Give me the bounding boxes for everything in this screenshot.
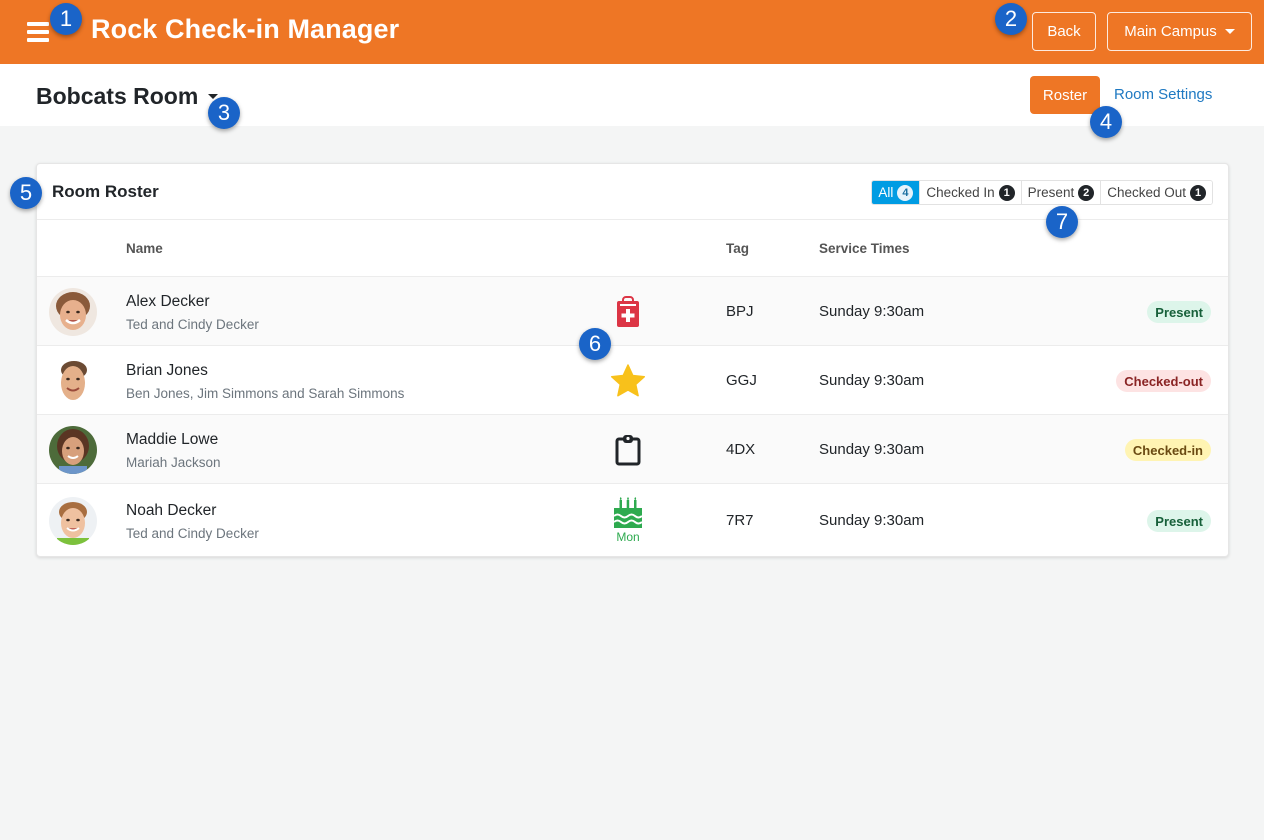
tag-code: 7R7: [726, 512, 754, 529]
count-badge: 1: [998, 184, 1015, 201]
avatar: [49, 426, 97, 474]
callout-marker: 2: [995, 3, 1027, 35]
callout-marker: 6: [579, 328, 611, 360]
table-row[interactable]: Alex Decker Ted and Cindy Decker BPJ Sun…: [37, 277, 1228, 346]
birthday-day-label: Mon: [616, 530, 640, 544]
back-button-label: Back: [1047, 23, 1081, 40]
filter-label: Checked In: [926, 185, 995, 200]
count-badge: 1: [1190, 184, 1206, 201]
avatar: [49, 497, 97, 545]
service-time: Sunday 9:30am: [819, 372, 925, 389]
app-title: Rock Check-in Manager: [91, 14, 400, 44]
tag-code: BPJ: [726, 303, 754, 320]
person-parents: Ted and Cindy Decker: [126, 526, 259, 541]
callout-marker: 7: [1046, 206, 1078, 238]
table-row[interactable]: Brian Jones Ben Jones, Jim Simmons and S…: [37, 346, 1228, 415]
status-badge: Checked-out: [1116, 370, 1211, 392]
callout-marker: 4: [1090, 106, 1122, 138]
person-parents: Ben Jones, Jim Simmons and Sarah Simmons: [126, 386, 405, 401]
person-parents: Mariah Jackson: [126, 455, 221, 470]
table-row[interactable]: Noah Decker Ted and Cindy Decker Mon 7R7…: [37, 484, 1228, 557]
column-header-service-times[interactable]: Service Times: [819, 241, 910, 256]
person-name[interactable]: Brian Jones: [126, 362, 208, 380]
column-header-tag[interactable]: Tag: [726, 241, 749, 256]
star-icon: [610, 346, 646, 415]
callout-marker: 5: [10, 177, 42, 209]
tag-code: GGJ: [726, 372, 757, 389]
room-header: Bobcats Room Roster Room Settings: [0, 64, 1264, 126]
campus-dropdown[interactable]: Main Campus: [1107, 12, 1252, 51]
table-row[interactable]: Maddie Lowe Mariah Jackson 4DX Sunday 9:…: [37, 415, 1228, 484]
status-badge: Checked-in: [1124, 439, 1211, 461]
hamburger-menu-icon[interactable]: [27, 22, 49, 42]
status-badge: Present: [1147, 301, 1211, 323]
back-button[interactable]: Back: [1032, 12, 1096, 51]
filter-checked-out[interactable]: Checked Out 1: [1100, 181, 1212, 204]
callout-marker: 3: [208, 97, 240, 129]
caret-down-icon: [1224, 29, 1235, 34]
clipboard-icon: [615, 415, 641, 484]
birthday-cake-icon: [613, 497, 643, 528]
room-settings-link[interactable]: Room Settings: [1114, 86, 1212, 103]
filter-checked-in[interactable]: Checked In 1: [919, 181, 1021, 204]
filter-label: Checked Out: [1107, 185, 1186, 200]
person-name[interactable]: Noah Decker: [126, 502, 216, 520]
filter-all[interactable]: All 4: [872, 181, 920, 204]
avatar: [49, 288, 97, 336]
room-selector[interactable]: Bobcats Room: [36, 83, 219, 110]
callout-marker: 1: [50, 3, 82, 35]
tag-code: 4DX: [726, 441, 756, 458]
count-badge: 4: [897, 184, 914, 201]
room-name: Bobcats Room: [36, 83, 199, 109]
status-badge: Present: [1147, 510, 1211, 532]
birthday-cake-cell: Mon: [609, 484, 647, 557]
filter-label: All: [878, 185, 894, 200]
campus-dropdown-label: Main Campus: [1124, 23, 1217, 40]
count-badge: 2: [1078, 184, 1095, 201]
medical-clipboard-icon: [615, 277, 641, 346]
person-name[interactable]: Alex Decker: [126, 293, 210, 311]
service-time: Sunday 9:30am: [819, 303, 925, 320]
person-parents: Ted and Cindy Decker: [126, 317, 259, 332]
column-header-name[interactable]: Name: [126, 241, 163, 256]
panel-title: Room Roster: [52, 182, 159, 201]
status-filter-group: All 4 Checked In 1 Present 2 Checked Out…: [871, 180, 1213, 205]
roster-tab-button[interactable]: Roster: [1030, 76, 1100, 114]
app-header: Rock Check-in Manager Back Main Campus: [0, 0, 1264, 64]
service-time: Sunday 9:30am: [819, 441, 925, 458]
filter-present[interactable]: Present 2: [1020, 181, 1101, 204]
person-name[interactable]: Maddie Lowe: [126, 431, 218, 449]
service-time: Sunday 9:30am: [819, 512, 925, 529]
avatar: [49, 357, 97, 405]
roster-tab-label: Roster: [1042, 86, 1088, 104]
filter-label: Present: [1027, 185, 1075, 200]
